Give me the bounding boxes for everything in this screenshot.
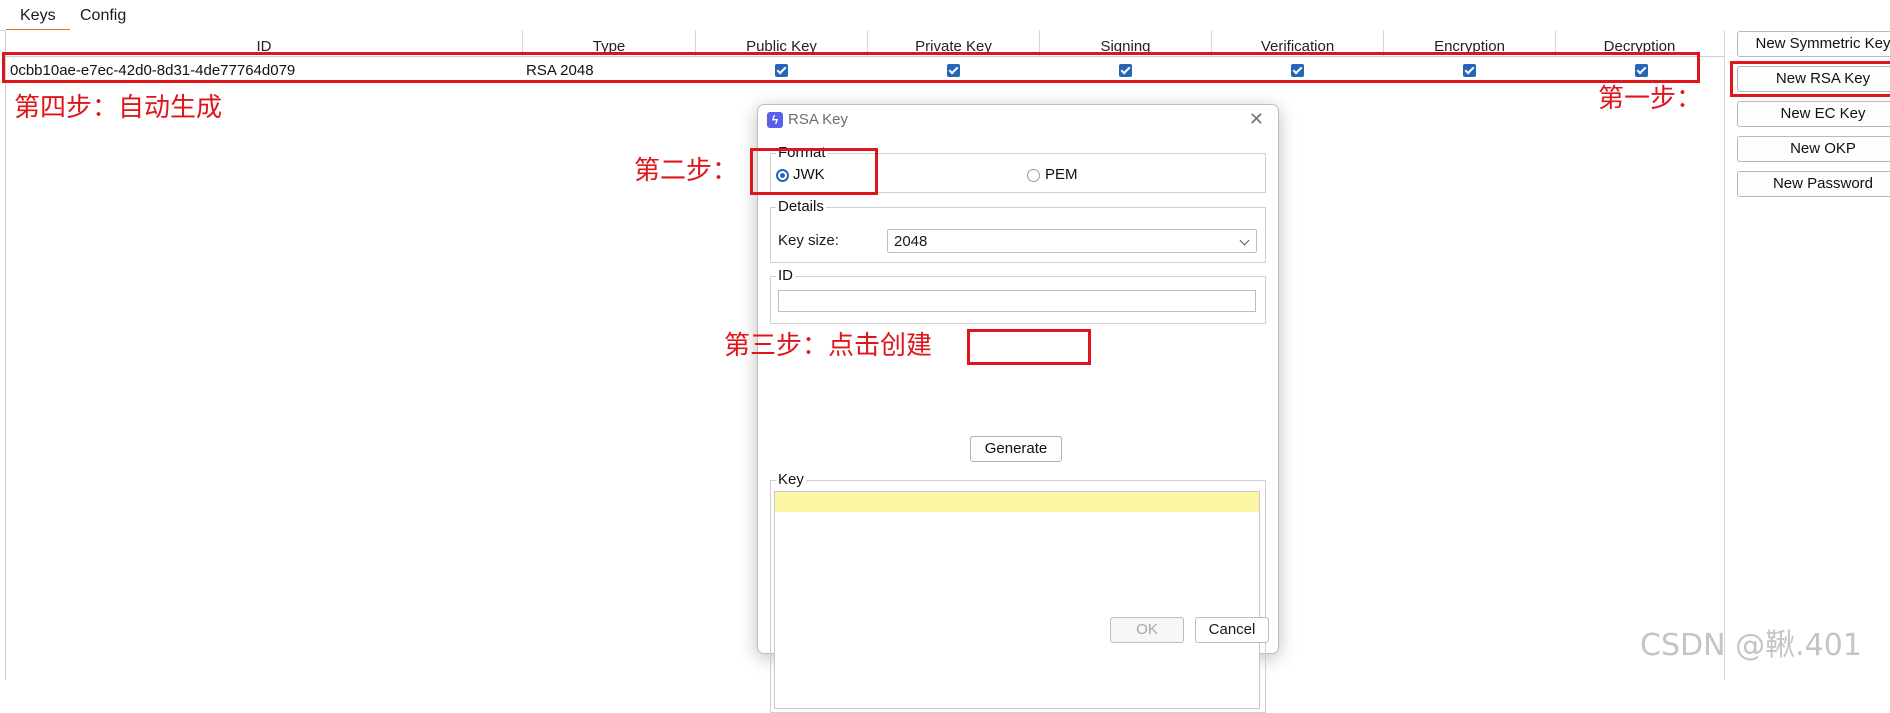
- table-row[interactable]: 0cbb10ae-e7ec-42d0-8d31-4de77764d079 RSA…: [6, 58, 1724, 84]
- col-header-encryption[interactable]: Encryption: [1384, 30, 1556, 56]
- encryption-checkbox[interactable]: [1463, 64, 1476, 77]
- step3-note: 第三步：点击创建: [724, 331, 933, 361]
- id-input[interactable]: [778, 290, 1256, 312]
- current-line-highlight: [775, 492, 1259, 512]
- cancel-button[interactable]: Cancel: [1195, 617, 1269, 643]
- format-group: Format JWK PEM: [770, 145, 1266, 193]
- key-type-cell: RSA 2048: [526, 62, 594, 79]
- key-id-cell: 0cbb10ae-e7ec-42d0-8d31-4de77764d079: [10, 62, 296, 79]
- dialog-title: RSA Key: [788, 111, 849, 128]
- step2-note: 第二步：: [634, 156, 739, 186]
- public-key-checkbox[interactable]: [775, 64, 788, 77]
- chevron-down-icon: [1239, 235, 1250, 246]
- key-group: Key: [770, 472, 1266, 713]
- id-legend: ID: [776, 267, 795, 284]
- key-size-label: Key size:: [778, 232, 839, 249]
- decryption-checkbox[interactable]: [1635, 64, 1648, 77]
- format-legend: Format: [776, 144, 828, 161]
- new-password-button[interactable]: New Password: [1737, 171, 1890, 197]
- step1-note: 第一步：: [1598, 84, 1703, 114]
- col-header-verification[interactable]: Verification: [1212, 30, 1384, 56]
- top-tab-bar: Keys Config: [0, 0, 1890, 31]
- ok-button[interactable]: OK: [1110, 617, 1184, 643]
- col-header-decryption[interactable]: Decryption: [1556, 30, 1723, 56]
- jwk-radio[interactable]: [776, 169, 789, 182]
- details-group: Details Key size: 2048: [770, 199, 1266, 263]
- app-logo-icon: ϟ: [767, 112, 783, 128]
- key-size-select[interactable]: 2048: [887, 229, 1257, 253]
- col-header-private-key[interactable]: Private Key: [868, 30, 1040, 56]
- new-rsa-key-button[interactable]: New RSA Key: [1737, 66, 1890, 92]
- jwk-label[interactable]: JWK: [793, 166, 825, 184]
- details-legend: Details: [776, 198, 826, 215]
- tab-keys[interactable]: Keys: [6, 6, 69, 31]
- pem-label[interactable]: PEM: [1045, 166, 1078, 184]
- col-header-public-key[interactable]: Public Key: [696, 30, 868, 56]
- key-actions-panel: New Symmetric Key New RSA Key New EC Key…: [1724, 30, 1890, 680]
- table-header: ID Type Public Key Private Key Signing V…: [6, 30, 1724, 57]
- col-header-type[interactable]: Type: [523, 30, 696, 56]
- tab-config[interactable]: Config: [80, 6, 126, 26]
- key-size-value: 2048: [894, 233, 928, 250]
- new-ec-key-button[interactable]: New EC Key: [1737, 101, 1890, 127]
- col-header-id[interactable]: ID: [6, 30, 523, 56]
- new-okp-button[interactable]: New OKP: [1737, 136, 1890, 162]
- pem-radio[interactable]: [1027, 169, 1040, 182]
- close-icon[interactable]: ✕: [1249, 109, 1264, 130]
- verification-checkbox[interactable]: [1291, 64, 1304, 77]
- step4-note: 第四步：自动生成: [14, 93, 223, 123]
- signing-checkbox[interactable]: [1119, 64, 1132, 77]
- key-legend: Key: [776, 471, 806, 488]
- id-group: ID: [770, 268, 1266, 324]
- col-header-signing[interactable]: Signing: [1040, 30, 1212, 56]
- watermark: CSDN @鞦.401: [1640, 628, 1862, 663]
- generate-button[interactable]: Generate: [970, 436, 1062, 462]
- new-symmetric-key-button[interactable]: New Symmetric Key: [1737, 31, 1890, 57]
- key-output-textarea[interactable]: [774, 491, 1260, 709]
- rsa-key-dialog: ϟ RSA Key ✕ Format JWK PEM Details Key s…: [757, 104, 1279, 713]
- private-key-checkbox[interactable]: [947, 64, 960, 77]
